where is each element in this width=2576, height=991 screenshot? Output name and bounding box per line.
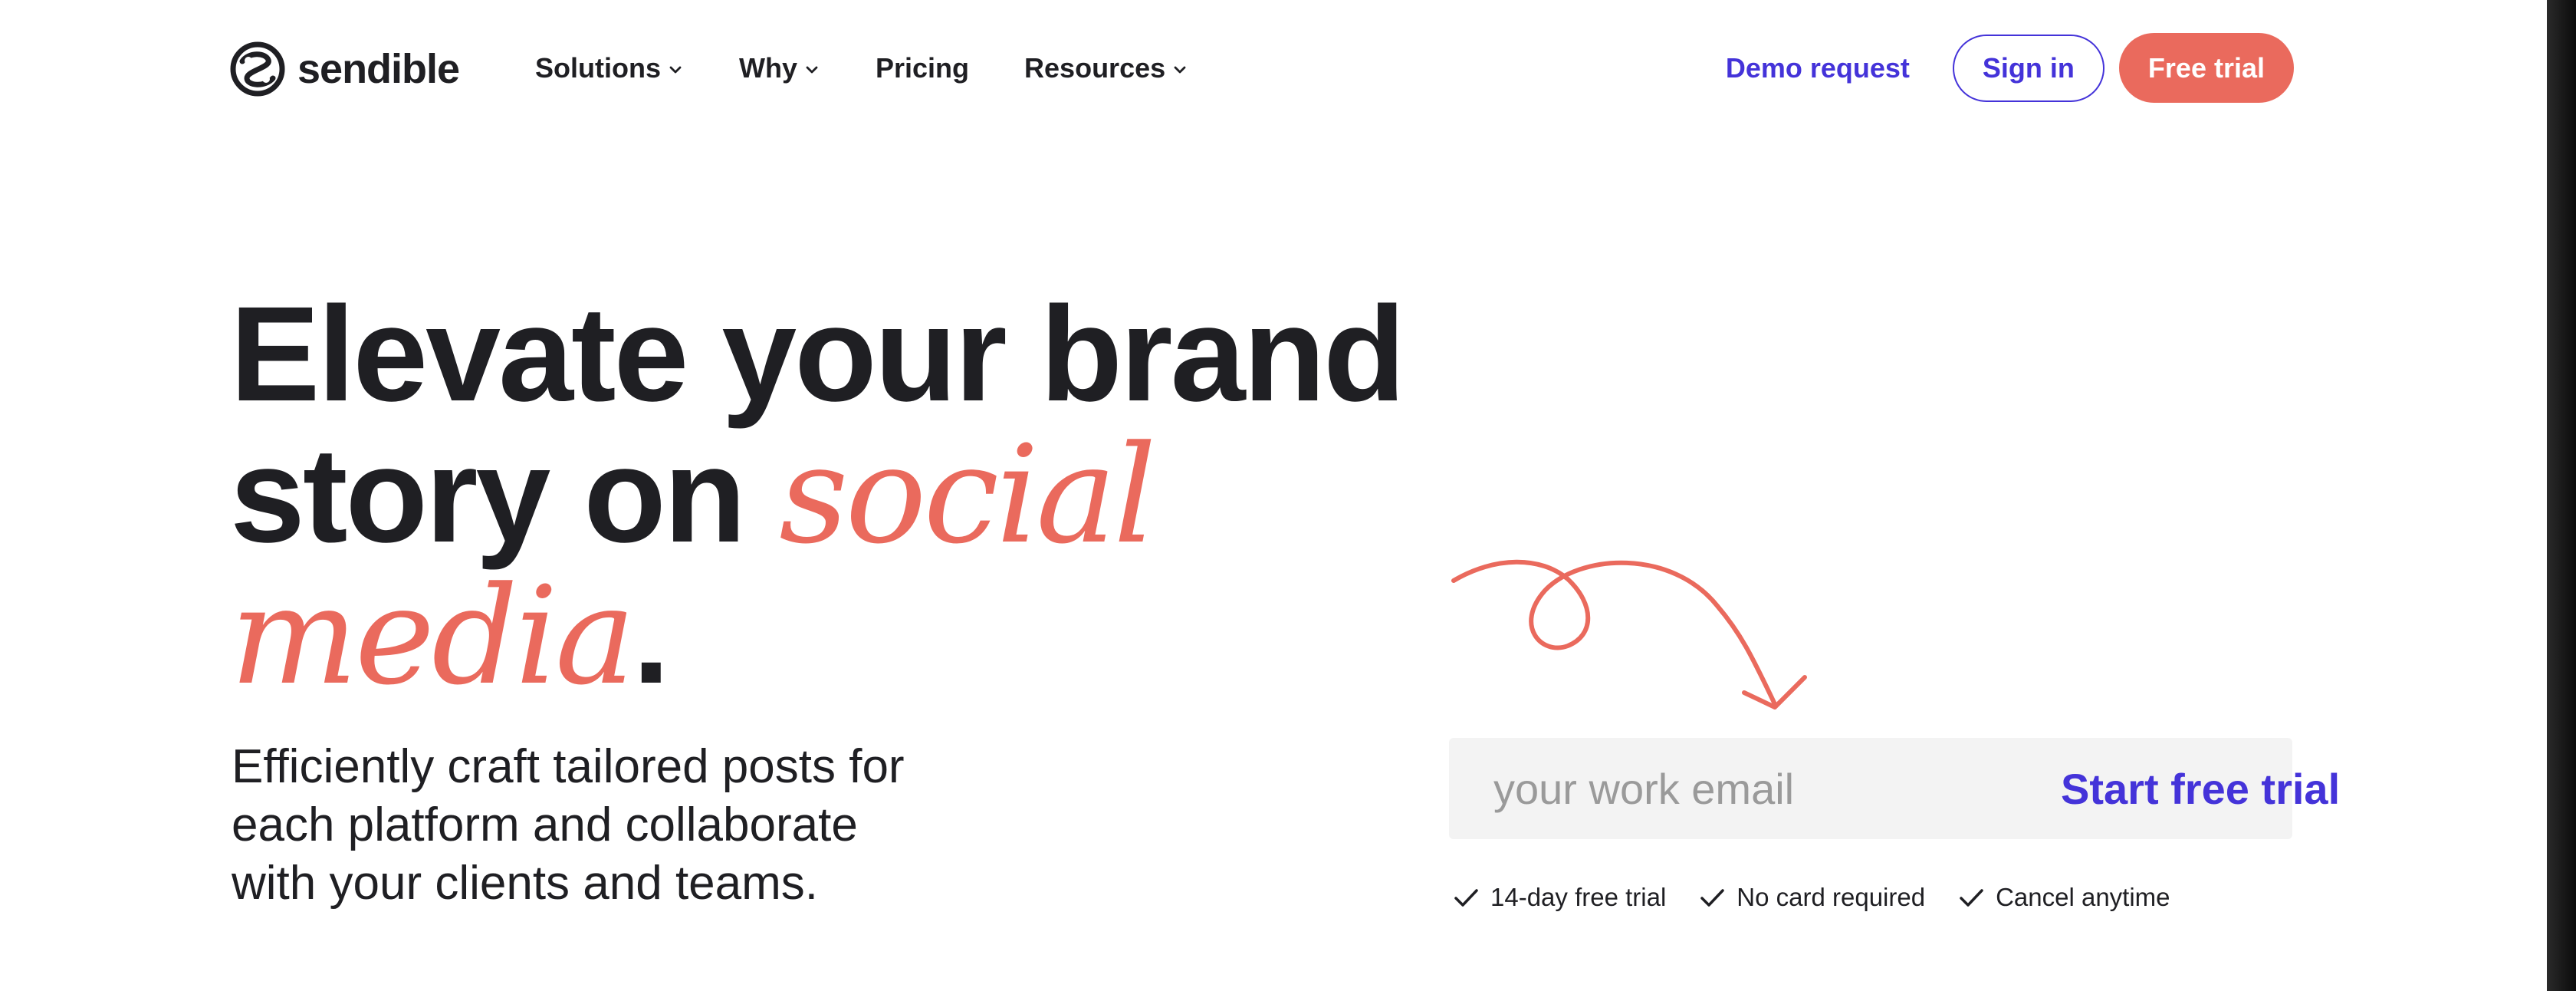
- nav-item-label: Solutions: [535, 52, 661, 84]
- chevron-down-icon: [667, 58, 684, 78]
- headline-accent-media: media: [230, 558, 636, 715]
- nav-item-resources[interactable]: Resources: [1024, 52, 1188, 84]
- main-nav: Solutions Why Pricing Resources: [535, 49, 1188, 87]
- landing-page: sendible Solutions Why Pricing Resources…: [0, 0, 2576, 991]
- chevron-down-icon: [1171, 58, 1188, 78]
- hero-headline: Elevate your brand story on social media.: [230, 284, 1406, 707]
- perk-label: No card required: [1737, 883, 1926, 911]
- brand-name: sendible: [297, 46, 460, 92]
- curly-arrow-icon: [1451, 559, 1807, 710]
- hero-subhead: Efficiently craft tailored posts for eac…: [232, 740, 905, 910]
- demo-request-link[interactable]: Demo request: [1726, 52, 1910, 84]
- perk-item: No card required: [1697, 882, 1925, 913]
- perk-item: Cancel anytime: [1956, 882, 2170, 913]
- header-actions: Demo request Sign in Free trial: [1726, 33, 2294, 103]
- headline-line-2: story on: [230, 420, 746, 571]
- nav-item-pricing[interactable]: Pricing: [876, 52, 969, 84]
- sign-in-button[interactable]: Sign in: [1952, 34, 2104, 102]
- headline-accent-social: social: [779, 416, 1156, 574]
- perk-label: Cancel anytime: [1996, 883, 2170, 911]
- nav-item-label: Resources: [1024, 52, 1166, 84]
- headline-line-1: Elevate your brand: [230, 279, 1406, 430]
- signup-form: Start free trial: [1449, 738, 2340, 839]
- checkmark-icon: [1451, 882, 1481, 913]
- signup-perks: 14-day free trial No card required Cance…: [1451, 882, 2170, 913]
- nav-item-label: Pricing: [876, 52, 970, 84]
- headline-period: .: [632, 561, 670, 712]
- nav-item-label: Why: [739, 52, 797, 84]
- chevron-down-icon: [803, 58, 820, 78]
- perk-item: 14-day free trial: [1451, 882, 1666, 913]
- brand-logo[interactable]: sendible: [230, 41, 460, 97]
- work-email-input[interactable]: [1449, 738, 2045, 839]
- start-free-trial-button[interactable]: Start free trial: [2045, 738, 2383, 839]
- free-trial-button[interactable]: Free trial: [2118, 33, 2294, 103]
- window-edge: [2547, 0, 2576, 991]
- perk-label: 14-day free trial: [1490, 883, 1667, 911]
- nav-item-solutions[interactable]: Solutions: [535, 52, 684, 84]
- checkmark-icon: [1697, 882, 1727, 913]
- nav-item-why[interactable]: Why: [739, 52, 820, 84]
- checkmark-icon: [1956, 882, 1986, 913]
- sendible-logo-icon: [230, 41, 285, 97]
